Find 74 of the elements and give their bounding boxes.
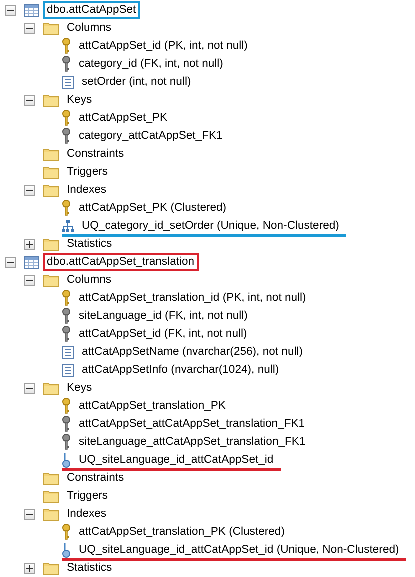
tree-item-label[interactable]: Constraints	[63, 469, 128, 487]
tree-item-label[interactable]: attCatAppSet_id (PK, int, not null)	[75, 37, 252, 55]
key-icon	[62, 434, 71, 450]
key-icon	[62, 524, 71, 540]
collapse-button[interactable]	[5, 256, 16, 268]
collapse-button[interactable]	[5, 4, 16, 16]
tree-item-label[interactable]: dbo.attCatAppSet_translation	[43, 253, 199, 271]
key-icon	[62, 290, 71, 306]
tree-item-label[interactable]: attCatAppSet_translation_PK	[75, 397, 230, 415]
tree-item-label[interactable]: category_attCatAppSet_FK1	[75, 127, 227, 145]
tree-item-label[interactable]: Columns	[63, 271, 116, 289]
tree-item-label[interactable]: Constraints	[63, 145, 128, 163]
tree-item-label[interactable]: attCatAppSet_translation_PK (Clustered)	[75, 523, 289, 541]
folder-icon	[43, 274, 59, 286]
tree-item-label[interactable]: Keys	[63, 91, 96, 109]
tree-item-label[interactable]: Statistics	[63, 235, 116, 253]
key-icon	[62, 308, 71, 324]
key-icon	[62, 542, 71, 558]
column-icon	[62, 346, 74, 358]
collapse-button[interactable]	[24, 382, 35, 394]
tree-item-label[interactable]: attCatAppSet_attCatAppSet_translation_FK1	[75, 415, 310, 433]
key-icon	[62, 416, 71, 432]
tree-item-label[interactable]: siteLanguage_id (FK, int, not null)	[75, 307, 252, 325]
tree-item-label[interactable]: attCatAppSet_id (FK, int, not null)	[75, 325, 252, 343]
tree-item-label[interactable]: Triggers	[63, 163, 112, 181]
table-icon	[24, 256, 39, 268]
expand-button[interactable]	[24, 238, 35, 250]
collapse-button[interactable]	[24, 22, 35, 34]
tree-item-label[interactable]: attCatAppSetInfo (nvarchar(1024), null)	[78, 361, 284, 379]
folder-icon	[43, 148, 59, 160]
key-icon	[62, 452, 71, 468]
column-icon	[62, 364, 74, 376]
tree-item-label[interactable]: category_id (FK, int, not null)	[75, 55, 228, 73]
folder-icon	[43, 238, 59, 250]
tree-item-label[interactable]: Columns	[63, 19, 116, 37]
folder-icon	[43, 382, 59, 394]
tree-item-label[interactable]: Statistics	[63, 559, 116, 577]
folder-icon	[43, 22, 59, 34]
tree-item-label[interactable]: attCatAppSet_translation_id (PK, int, not null)	[75, 289, 310, 307]
tree-item-label[interactable]: attCatAppSet_PK (Clustered)	[75, 199, 231, 217]
key-icon	[62, 110, 71, 126]
tree-item-label[interactable]: attCatAppSet_PK	[75, 109, 172, 127]
expand-button[interactable]	[24, 562, 35, 574]
folder-icon	[43, 184, 59, 196]
key-icon	[62, 128, 71, 144]
tree-item-label[interactable]: UQ_category_id_setOrder (Unique, Non-Clustered)	[78, 217, 344, 235]
column-icon	[62, 76, 74, 88]
hierarchy-icon	[62, 220, 74, 232]
tree-item-label[interactable]: Indexes	[63, 181, 111, 199]
folder-icon	[43, 490, 59, 502]
key-icon	[62, 200, 71, 216]
tree-item-label[interactable]: setOrder (int, not null)	[78, 73, 196, 91]
collapse-button[interactable]	[24, 508, 35, 520]
collapse-button[interactable]	[24, 274, 35, 286]
folder-icon	[43, 472, 59, 484]
tree-item-label[interactable]: siteLanguage_attCatAppSet_translation_FK1	[75, 433, 310, 451]
folder-icon	[43, 562, 59, 574]
tree-item-label[interactable]: attCatAppSetName (nvarchar(256), not null)	[78, 343, 308, 361]
tree-item-label[interactable]: Indexes	[63, 505, 111, 523]
folder-icon	[43, 94, 59, 106]
folder-icon	[43, 508, 59, 520]
key-icon	[62, 56, 71, 72]
tree-item-label[interactable]: Triggers	[63, 487, 112, 505]
collapse-button[interactable]	[24, 184, 35, 196]
tree-item-label[interactable]: dbo.attCatAppSet	[43, 1, 140, 19]
tree-item-label[interactable]: Keys	[63, 379, 96, 397]
tree-item-label[interactable]: UQ_siteLanguage_id_attCatAppSet_id (Unique, Non-Clustered)	[75, 541, 404, 559]
folder-icon	[43, 166, 59, 178]
tree-item-label[interactable]: UQ_siteLanguage_id_attCatAppSet_id	[75, 451, 278, 469]
collapse-button[interactable]	[24, 94, 35, 106]
table-icon	[24, 4, 39, 16]
key-icon	[62, 398, 71, 414]
key-icon	[62, 38, 71, 54]
key-icon	[62, 326, 71, 342]
